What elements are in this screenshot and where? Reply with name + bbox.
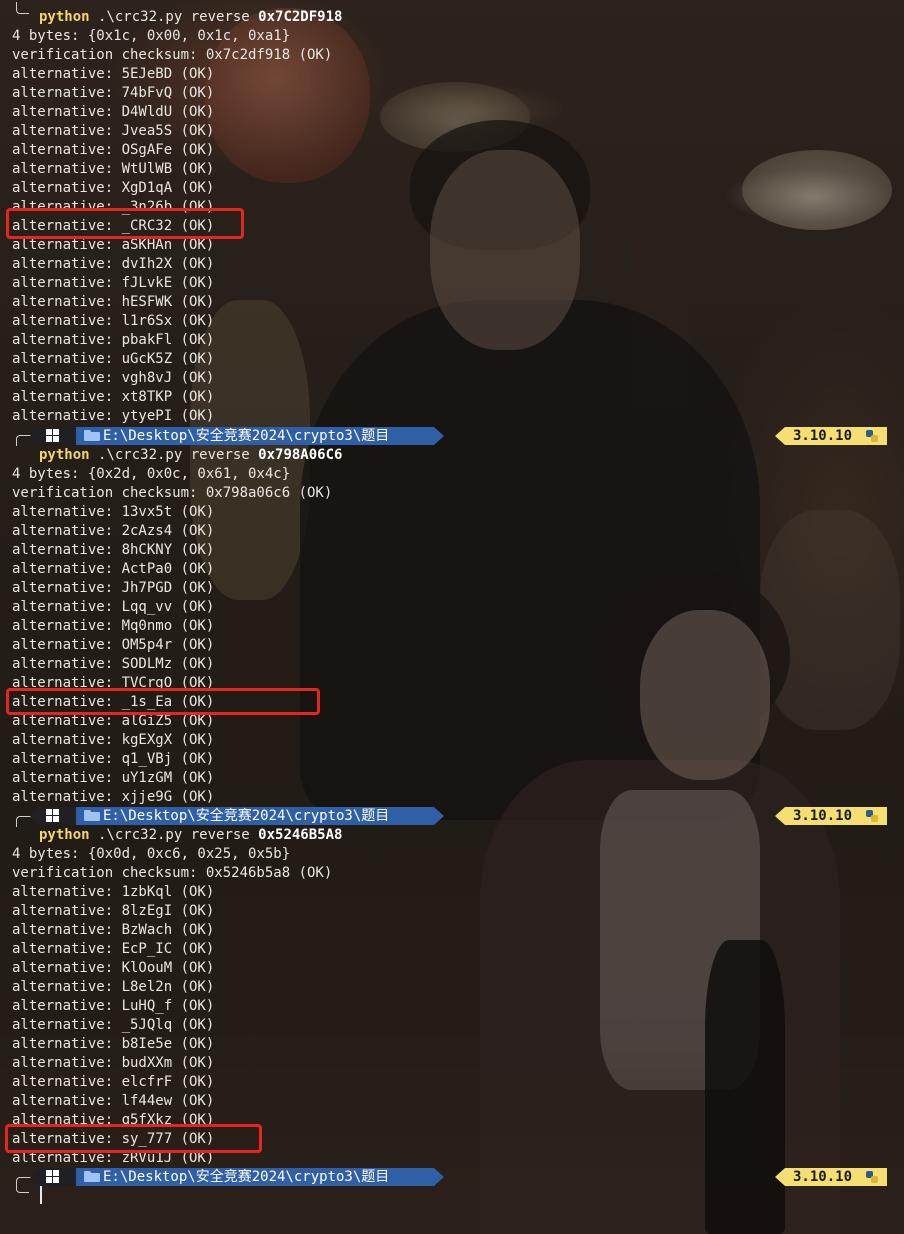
- alternative-line: alternative: OM5p4r (OK): [12, 637, 215, 653]
- alternative-line: alternative: Jh7PGD (OK): [12, 580, 215, 596]
- python-version: 3.10.10: [793, 808, 853, 824]
- prompt-corner-glyph: [16, 816, 31, 827]
- alternative-line: alternative: xt8TKP (OK): [12, 389, 215, 405]
- path-segment: E:\Desktop\安全竞赛2024\crypto3\题目: [76, 807, 444, 825]
- alternative-line: alternative: dvIh2X (OK): [12, 256, 215, 272]
- alternative-line: alternative: elcfrF (OK): [12, 1074, 215, 1090]
- alternative-line: alternative: budXXm (OK): [12, 1055, 215, 1071]
- alternative-line: alternative: fJLvkE (OK): [12, 275, 215, 291]
- python-version: 3.10.10: [793, 1169, 853, 1185]
- path-segment: E:\Desktop\安全竞赛2024\crypto3\题目: [76, 427, 444, 445]
- alternative-line: alternative: 1zbKql (OK): [12, 884, 215, 900]
- bytes-line: 4 bytes: {0x2d, 0x0c, 0x61, 0x4c}: [12, 466, 291, 482]
- command-line: python .\crc32.py reverse 0x7C2DF918: [39, 9, 343, 25]
- path-segment: E:\Desktop\安全竞赛2024\crypto3\题目: [76, 1168, 444, 1186]
- alternative-line: alternative: lf44ew (OK): [12, 1093, 215, 1109]
- terminal-output[interactable]: python .\crc32.py reverse 0x7C2DF918 4 b…: [0, 0, 904, 1234]
- alternative-line: alternative: SODLMz (OK): [12, 656, 215, 672]
- alternative-line: alternative: L8el2n (OK): [12, 979, 215, 995]
- text-cursor[interactable]: [40, 1186, 42, 1204]
- folder-icon: [84, 810, 100, 821]
- alternative-line: alternative: b8Ie5e (OK): [12, 1036, 215, 1052]
- alternative-line: alternative: q1_VBj (OK): [12, 751, 215, 767]
- alternative-line: alternative: l1r6Sx (OK): [12, 313, 215, 329]
- folder-icon: [84, 1171, 100, 1182]
- alternative-line: alternative: 13vx5t (OK): [12, 504, 215, 520]
- current-path: E:\Desktop\安全竞赛2024\crypto3\题目: [103, 1169, 390, 1185]
- command-line: python .\crc32.py reverse 0x798A06C6: [39, 447, 343, 463]
- python-icon: [866, 1171, 878, 1183]
- alternative-line: alternative: xjje9G (OK): [12, 789, 215, 805]
- alternative-line: alternative: pbakFl (OK): [12, 332, 215, 348]
- windows-icon: [46, 809, 60, 823]
- folder-icon: [84, 430, 100, 441]
- bytes-line: 4 bytes: {0x0d, 0xc6, 0x25, 0x5b}: [12, 846, 291, 862]
- verification-line: verification checksum: 0x7c2df918 (OK): [12, 47, 333, 63]
- os-segment: [30, 1168, 80, 1186]
- alternative-line: alternative: BzWach (OK): [12, 922, 215, 938]
- alternative-line: alternative: Mq0nmo (OK): [12, 618, 215, 634]
- alternative-line: alternative: hESFWK (OK): [12, 294, 215, 310]
- alternative-line: alternative: 74bFvQ (OK): [12, 85, 215, 101]
- alternative-line: alternative: LuHQ_f (OK): [12, 998, 215, 1014]
- alternative-line: alternative: ytyePI (OK): [12, 408, 215, 424]
- alternative-line: alternative: uGcK5Z (OK): [12, 351, 215, 367]
- windows-icon: [46, 1170, 60, 1184]
- python-version: 3.10.10: [793, 428, 853, 444]
- alternative-line: alternative: vgh8vJ (OK): [12, 370, 215, 386]
- bytes-line: 4 bytes: {0x1c, 0x00, 0x1c, 0xa1}: [12, 28, 291, 44]
- current-path: E:\Desktop\安全竞赛2024\crypto3\题目: [103, 808, 390, 824]
- highlight-box: [6, 208, 244, 239]
- python-version-segment: 3.10.10: [775, 807, 887, 825]
- python-version-segment: 3.10.10: [775, 427, 887, 445]
- os-segment: [30, 807, 80, 825]
- command-line: python .\crc32.py reverse 0x5246B5A8: [39, 827, 343, 843]
- python-icon: [866, 430, 878, 442]
- alternative-line: alternative: KlOouM (OK): [12, 960, 215, 976]
- alternative-line: alternative: OSgAFe (OK): [12, 142, 215, 158]
- verification-line: verification checksum: 0x798a06c6 (OK): [12, 485, 333, 501]
- alternative-line: alternative: WtUlWB (OK): [12, 161, 215, 177]
- alternative-line: alternative: 5EJeBD (OK): [12, 66, 215, 82]
- current-path: E:\Desktop\安全竞赛2024\crypto3\题目: [103, 428, 390, 444]
- python-icon: [866, 810, 878, 822]
- alternative-line: alternative: Jvea5S (OK): [12, 123, 215, 139]
- alternative-line: alternative: Lqq_vv (OK): [12, 599, 215, 615]
- prompt-corner-glyph: [16, 1181, 29, 1193]
- highlight-box: [5, 1124, 262, 1153]
- prompt-corner-glyph: [16, 2, 29, 14]
- python-version-segment: 3.10.10: [775, 1168, 887, 1186]
- alternative-line: alternative: uY1zGM (OK): [12, 770, 215, 786]
- alternative-line: alternative: EcP_IC (OK): [12, 941, 215, 957]
- os-segment: [30, 427, 80, 445]
- highlight-box: [6, 688, 320, 715]
- alternative-line: alternative: 8hCKNY (OK): [12, 542, 215, 558]
- alternative-line: alternative: kgEXgX (OK): [12, 732, 215, 748]
- alternative-line: alternative: XgD1qA (OK): [12, 180, 215, 196]
- windows-icon: [46, 429, 60, 443]
- alternative-line: alternative: _5JQlq (OK): [12, 1017, 215, 1033]
- alternative-line: alternative: 2cAzs4 (OK): [12, 523, 215, 539]
- alternative-line: alternative: D4WldU (OK): [12, 104, 215, 120]
- verification-line: verification checksum: 0x5246b5a8 (OK): [12, 865, 333, 881]
- alternative-line: alternative: ActPa0 (OK): [12, 561, 215, 577]
- alternative-line: alternative: 8lzEgI (OK): [12, 903, 215, 919]
- prompt-corner-glyph: [16, 435, 31, 446]
